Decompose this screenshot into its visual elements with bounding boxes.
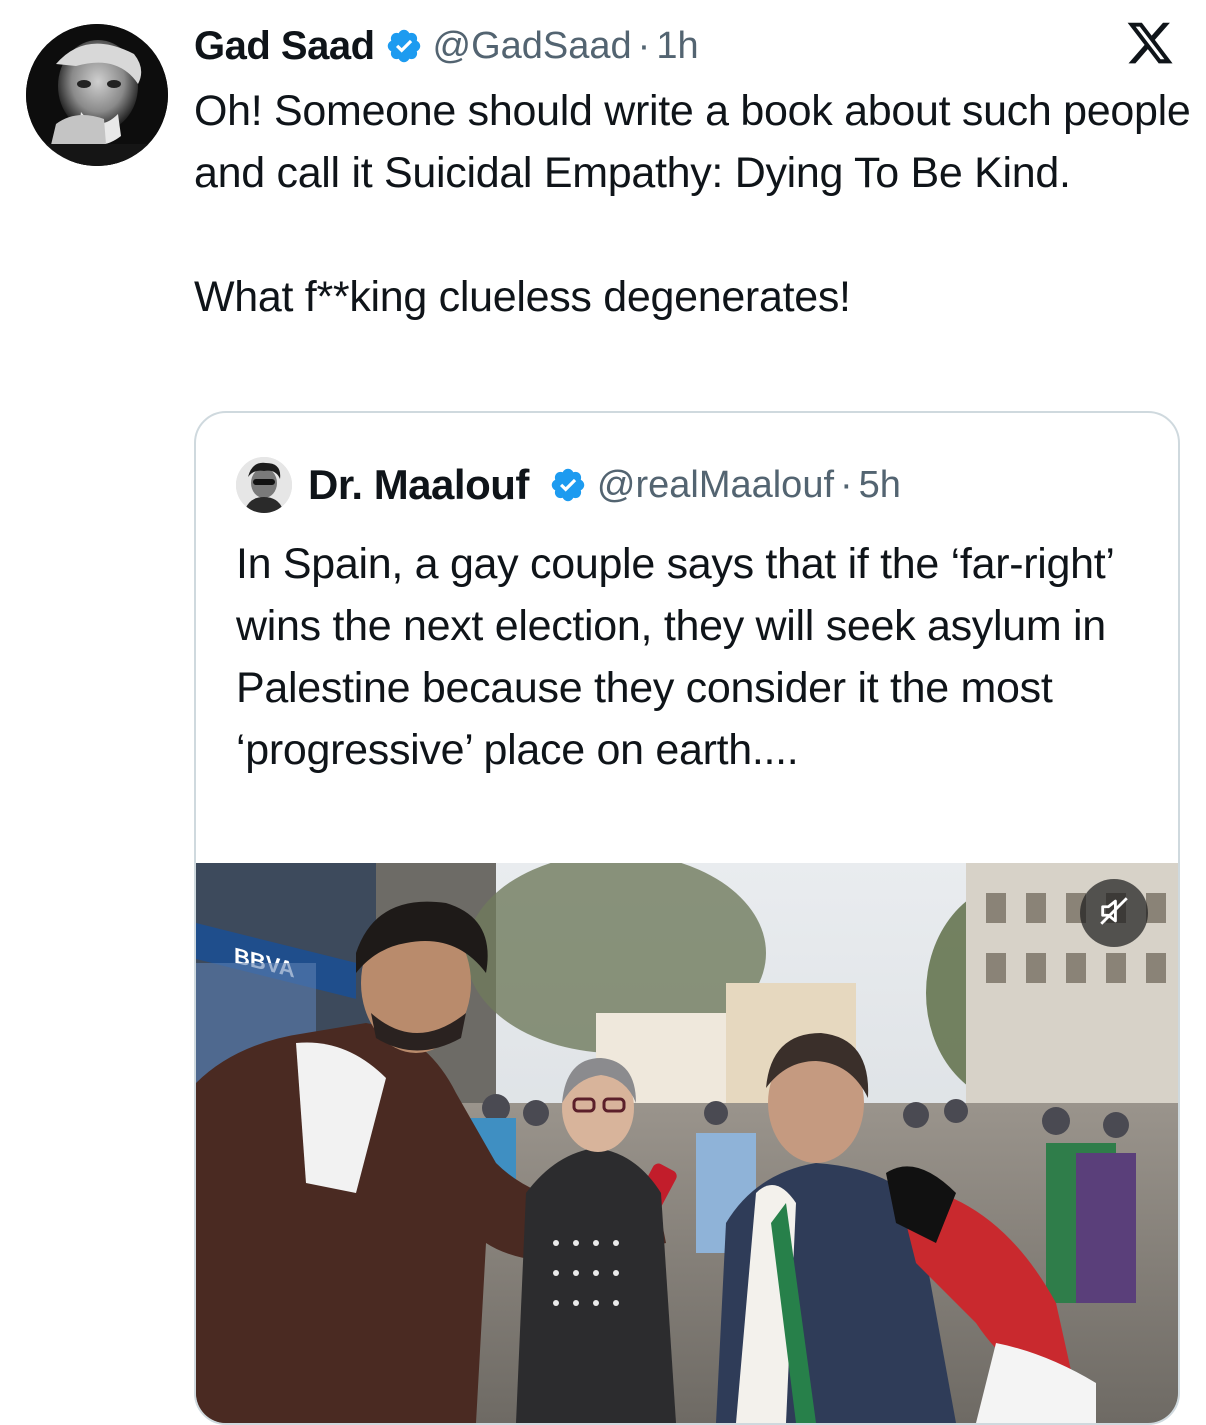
tweet-text-paragraph-1: Oh! Someone should write a book about su… xyxy=(194,87,1191,197)
speaker-muted-icon xyxy=(1097,894,1131,933)
verified-badge-icon[interactable] xyxy=(385,27,423,65)
tweet-text-paragraph-2: What f**king clueless degenerates! xyxy=(194,273,851,321)
separator-dot: · xyxy=(840,463,853,506)
tweet-text: Oh! Someone should write a book about su… xyxy=(194,80,1194,328)
x-logo-icon xyxy=(1124,18,1176,68)
quoted-tweet-text: In Spain, a gay couple says that if the … xyxy=(236,540,1114,774)
author-avatar[interactable] xyxy=(26,24,168,166)
quoted-author-handle[interactable]: @realMaalouf xyxy=(597,464,834,507)
quoted-tweet-card[interactable]: Dr. Maalouf @realMaalouf · 5h In Spain, … xyxy=(194,411,1180,1425)
separator-dot: · xyxy=(637,24,651,67)
quoted-tweet-header: Dr. Maalouf @realMaalouf · 5h xyxy=(236,457,901,513)
verified-badge-icon[interactable] xyxy=(549,466,587,504)
quoted-author-name[interactable]: Dr. Maalouf xyxy=(308,461,529,509)
author-name[interactable]: Gad Saad xyxy=(194,24,375,69)
quoted-author-avatar[interactable] xyxy=(236,457,292,513)
tweet-timestamp[interactable]: 1h xyxy=(656,25,698,68)
author-handle[interactable]: @GadSaad xyxy=(433,25,632,68)
quoted-tweet-timestamp[interactable]: 5h xyxy=(859,464,901,507)
tweet-header: Gad Saad @GadSaad · 1h xyxy=(194,18,699,74)
quoted-tweet-video[interactable]: BBVA xyxy=(196,863,1178,1423)
mute-button[interactable] xyxy=(1080,879,1148,947)
